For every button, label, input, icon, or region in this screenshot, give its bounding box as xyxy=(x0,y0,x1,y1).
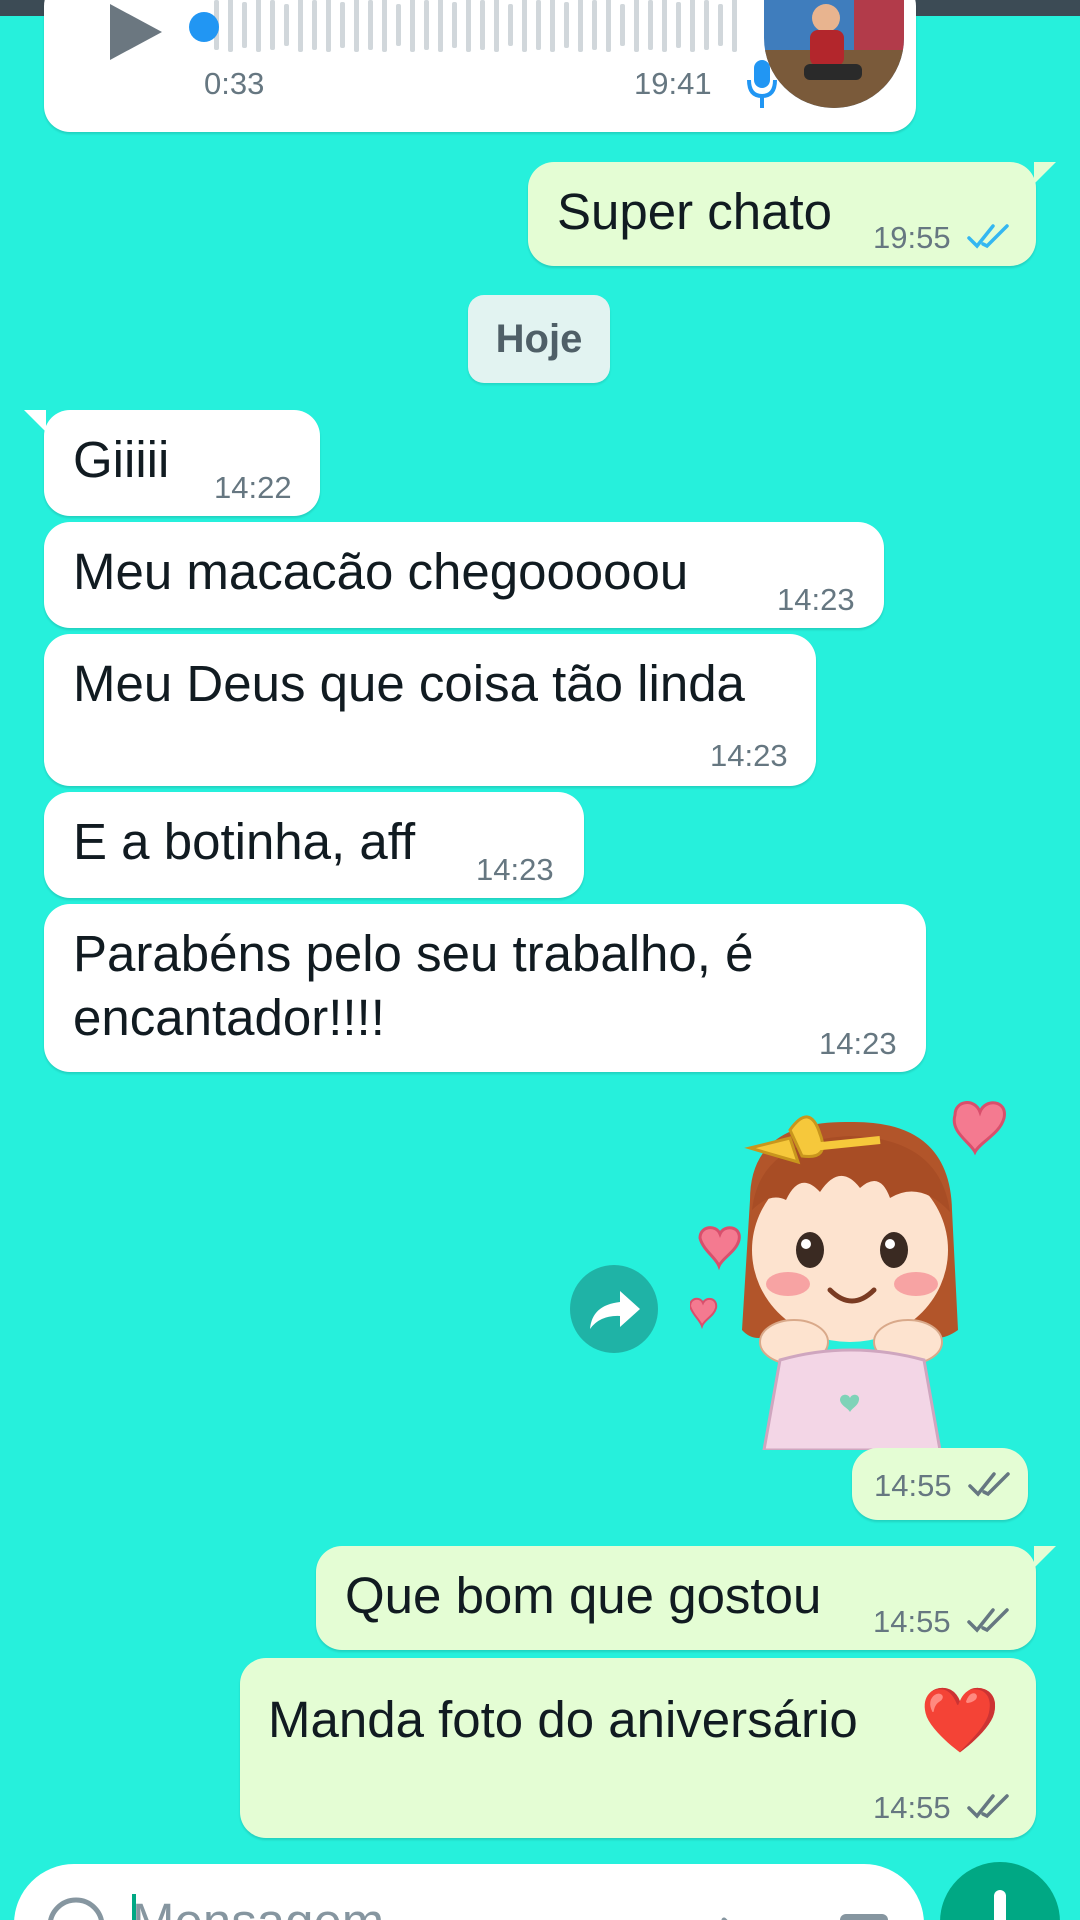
playback-position-handle[interactable] xyxy=(189,12,219,42)
delivered-ticks-icon xyxy=(965,1606,1013,1636)
message-bubble-outgoing[interactable]: Manda foto do aniversário ❤️ 14:55 xyxy=(240,1658,1036,1838)
message-composer[interactable]: Mensagem xyxy=(14,1864,924,1920)
voice-duration: 0:33 xyxy=(204,66,264,102)
sender-avatar[interactable] xyxy=(764,0,904,108)
message-time: 14:23 xyxy=(476,852,554,888)
attach-icon[interactable] xyxy=(714,1900,774,1920)
message-text-line-2: encantador!!!! xyxy=(73,986,385,1050)
delivered-ticks-icon xyxy=(966,1470,1014,1500)
voice-record-button[interactable] xyxy=(940,1862,1060,1920)
read-ticks-icon xyxy=(965,222,1013,252)
message-time: 19:41 xyxy=(634,66,712,102)
message-text: Meu macacão chegooooou xyxy=(73,540,688,604)
message-time: 14:23 xyxy=(710,738,788,774)
waveform[interactable] xyxy=(204,0,754,60)
message-text: E a botinha, aff xyxy=(73,810,415,874)
heart-emoji: ❤️ xyxy=(920,1680,1000,1760)
message-text: Super chato xyxy=(557,180,832,244)
message-time: 14:23 xyxy=(819,1026,897,1062)
message-bubble-incoming[interactable]: Meu Deus que coisa tão linda 14:23 xyxy=(44,634,816,786)
date-divider: Hoje xyxy=(468,295,610,383)
message-text: Manda foto do aniversário xyxy=(268,1688,858,1752)
message-time: 14:22 xyxy=(214,470,292,506)
message-bubble-incoming[interactable]: Giiiii 14:22 xyxy=(44,410,320,516)
message-bubble-incoming[interactable]: Meu macacão chegooooou 14:23 xyxy=(44,522,884,628)
play-icon[interactable] xyxy=(104,0,168,64)
delivered-ticks-icon xyxy=(965,1792,1013,1822)
message-bubble-outgoing[interactable]: Que bom que gostou 14:55 xyxy=(316,1546,1036,1650)
text-cursor xyxy=(132,1894,136,1920)
message-text: Meu Deus que coisa tão linda xyxy=(73,652,745,716)
camera-icon[interactable] xyxy=(834,1900,894,1920)
message-time: 19:55 xyxy=(873,220,951,256)
emoji-icon[interactable] xyxy=(44,1894,108,1920)
message-text-line-1: Parabéns pelo seu trabalho, é xyxy=(73,922,753,986)
message-time: 14:23 xyxy=(777,582,855,618)
sticker-girl-image[interactable] xyxy=(690,1100,1040,1450)
voice-message[interactable]: 0:33 19:41 xyxy=(44,0,916,132)
message-time: 14:55 xyxy=(873,1790,951,1826)
date-divider-label: Hoje xyxy=(468,317,610,362)
message-time: 14:55 xyxy=(873,1604,951,1640)
message-bubble-incoming[interactable]: Parabéns pelo seu trabalho, é encantador… xyxy=(44,904,926,1072)
message-time: 14:55 xyxy=(874,1468,952,1504)
message-text: Que bom que gostou xyxy=(345,1564,821,1628)
microphone-icon xyxy=(940,1862,1060,1920)
message-input[interactable]: Mensagem xyxy=(132,1892,384,1920)
forward-button[interactable] xyxy=(570,1265,658,1353)
forward-icon xyxy=(570,1265,658,1353)
message-bubble-outgoing[interactable]: Super chato 19:55 xyxy=(528,162,1036,266)
message-text: Giiiii xyxy=(73,428,169,492)
message-bubble-incoming[interactable]: E a botinha, aff 14:23 xyxy=(44,792,584,898)
sticker-time-pill: 14:55 xyxy=(852,1448,1028,1520)
